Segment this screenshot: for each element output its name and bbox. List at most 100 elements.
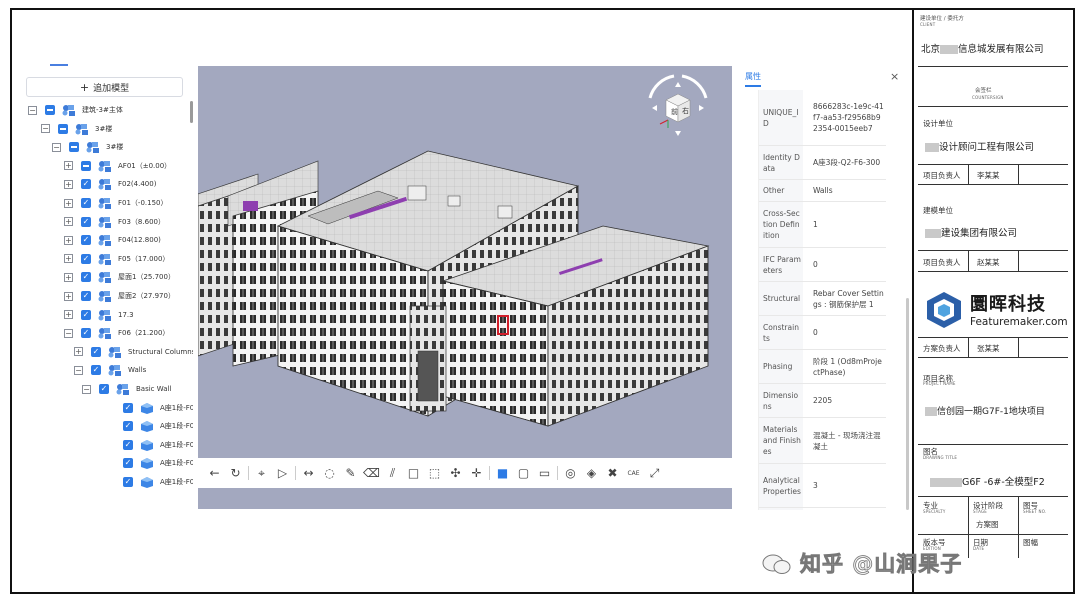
cae-icon[interactable]: CAE: [623, 463, 644, 484]
expand-icon[interactable]: +: [64, 272, 73, 282]
add-model-button[interactable]: + 追加模型: [26, 77, 183, 97]
tree-checkbox[interactable]: [45, 105, 55, 115]
tree-checkbox[interactable]: ✓: [81, 179, 91, 190]
tree-item[interactable]: + ✓ 屋面2（27.970）: [64, 287, 175, 305]
property-row[interactable]: Materials and Finishes 混凝土 - 现场浇注混凝土: [759, 418, 886, 464]
cube-solid-icon[interactable]: ■: [492, 463, 513, 484]
tree-item[interactable]: ✓ A座1段-F06-Q2-3: [106, 399, 193, 417]
paint-icon[interactable]: ✎: [340, 463, 361, 484]
tree-item[interactable]: ✓ A座1段-F06-Q2-3: [106, 473, 193, 491]
tree-item[interactable]: + ✓ F04(12.800): [64, 231, 161, 249]
tools-icon[interactable]: ✖: [602, 463, 623, 484]
property-row[interactable]: Phasing 阶段 1 (Od8mProjectPhase): [759, 350, 886, 384]
tree-checkbox[interactable]: ✓: [123, 402, 133, 413]
collapse-icon[interactable]: −: [28, 105, 37, 115]
property-row[interactable]: IFC Parameters 0: [759, 248, 886, 282]
expand-icon[interactable]: +: [74, 347, 83, 357]
view-cube[interactable]: 前 右: [648, 74, 708, 136]
expand-icon[interactable]: +: [64, 235, 73, 245]
refresh-icon[interactable]: ↻: [225, 463, 246, 484]
tree-checkbox[interactable]: [69, 142, 79, 153]
arrow-left-icon[interactable]: ←: [204, 463, 225, 484]
tree-item[interactable]: − 3#楼: [41, 120, 112, 138]
tree-checkbox[interactable]: ✓: [99, 384, 109, 394]
expand-icon[interactable]: +: [64, 217, 73, 227]
locate-icon[interactable]: ⌖: [251, 463, 272, 484]
tree-item[interactable]: + ✓ 屋面1（25.700）: [64, 268, 175, 286]
expand-icon[interactable]: +: [64, 310, 73, 320]
collapse-icon[interactable]: −: [52, 142, 61, 152]
tree-checkbox[interactable]: ✓: [123, 439, 133, 450]
tree-item[interactable]: + ✓ F03（8.600）: [64, 213, 165, 231]
property-row[interactable]: UNIQUE_ID 8666283c-1e9c-41f7-aa53-f29568b…: [759, 90, 886, 146]
tree-item[interactable]: − 3#楼: [52, 138, 123, 156]
collapse-icon[interactable]: −: [74, 365, 83, 375]
tree-checkbox[interactable]: ✓: [123, 477, 133, 487]
tree-item[interactable]: ✓ A座1段-F06-Q2-3: [106, 454, 193, 472]
tree-item[interactable]: + ✓ 17.3: [64, 306, 134, 324]
tree-checkbox[interactable]: [58, 123, 68, 134]
tree-item[interactable]: − ✓ F06（21.200）: [64, 324, 169, 342]
explode-icon[interactable]: ✣: [445, 463, 466, 484]
tree-item[interactable]: − 建筑-3#主体: [28, 101, 123, 119]
tree-checkbox[interactable]: ✓: [91, 346, 101, 357]
select-pointer-icon[interactable]: ▷: [272, 463, 293, 484]
property-row[interactable]: Cross-Section Definition 1: [759, 202, 886, 248]
tree-checkbox[interactable]: ✓: [123, 421, 133, 432]
tree-item[interactable]: ✓ A座1段-F06-Q2-3: [106, 436, 193, 454]
tree-item[interactable]: + ✓ F01（-0.150）: [64, 194, 168, 212]
collapse-icon[interactable]: −: [82, 384, 91, 394]
expand-icon[interactable]: +: [64, 254, 73, 264]
present-icon[interactable]: ▭: [534, 463, 555, 484]
tree-checkbox[interactable]: ✓: [81, 253, 91, 264]
close-icon[interactable]: ×: [890, 70, 899, 83]
measure-icon[interactable]: ↔: [298, 463, 319, 484]
expand-icon[interactable]: +: [64, 179, 73, 189]
globe-icon[interactable]: ◎: [560, 463, 581, 484]
tree-checkbox[interactable]: ✓: [81, 198, 91, 208]
properties-tab[interactable]: 属性: [745, 71, 761, 82]
hide-icon[interactable]: ◌: [319, 463, 340, 484]
design-lead-label: 项目负责人: [923, 171, 961, 180]
box-icon[interactable]: □: [403, 463, 424, 484]
collapse-icon[interactable]: −: [64, 328, 73, 338]
tree-checkbox[interactable]: ✓: [81, 235, 91, 246]
expand-icon[interactable]: +: [64, 198, 73, 208]
tree-checkbox[interactable]: ✓: [81, 328, 91, 339]
tree-item[interactable]: − ✓ Walls: [74, 361, 146, 379]
cube-outline-icon[interactable]: ▢: [513, 463, 534, 484]
fullscreen-icon[interactable]: ⤢: [644, 463, 665, 484]
tree-checkbox[interactable]: ✓: [81, 272, 91, 283]
model-icon[interactable]: ◈: [581, 463, 602, 484]
tree-item[interactable]: + ✓ Structural Columns: [74, 343, 193, 361]
tree-checkbox[interactable]: ✓: [81, 291, 91, 301]
tree-scrollbar[interactable]: [190, 101, 193, 123]
tree-item[interactable]: + AF01（±0.00）: [64, 157, 171, 175]
tree-item[interactable]: + ✓ F05（17.000）: [64, 250, 169, 268]
ruler-icon[interactable]: ⫽: [382, 463, 403, 484]
property-row[interactable]: Structural Rebar Cover Settings : 钢筋保护层 1: [759, 282, 886, 316]
collapse-icon[interactable]: −: [41, 124, 50, 134]
tree-checkbox[interactable]: ✓: [91, 365, 101, 376]
section-box-icon[interactable]: ⬚: [424, 463, 445, 484]
axis-icon[interactable]: ✛: [466, 463, 487, 484]
tree-item[interactable]: + ✓ F02(4.400): [64, 175, 156, 193]
property-row[interactable]: Dimensions 2205: [759, 384, 886, 418]
property-row[interactable]: Analytical Properties 3: [759, 464, 886, 508]
tree-checkbox[interactable]: ✓: [81, 216, 91, 227]
tree-checkbox[interactable]: [81, 160, 91, 171]
tree-item[interactable]: − ✓ Basic Wall: [82, 380, 171, 398]
tree-item[interactable]: ✓ A座1段-F06-Q2-3: [106, 417, 193, 435]
expand-icon[interactable]: +: [64, 291, 73, 301]
property-row[interactable]: Constraints 0: [759, 316, 886, 350]
property-row[interactable]: Construct: [759, 508, 886, 510]
eraser-icon[interactable]: ⌫: [361, 463, 382, 484]
3d-viewport[interactable]: 前 右: [198, 66, 732, 458]
tree-checkbox[interactable]: ✓: [123, 458, 133, 469]
expand-icon[interactable]: +: [64, 161, 73, 171]
property-value: Rebar Cover Settings : 钢筋保护层 1: [813, 288, 884, 309]
properties-scrollbar[interactable]: [906, 298, 909, 510]
tree-checkbox[interactable]: ✓: [81, 309, 91, 320]
property-row[interactable]: Identity Data A座3段-Q2-F6-300: [759, 146, 886, 180]
property-row[interactable]: Other Walls: [759, 180, 886, 202]
